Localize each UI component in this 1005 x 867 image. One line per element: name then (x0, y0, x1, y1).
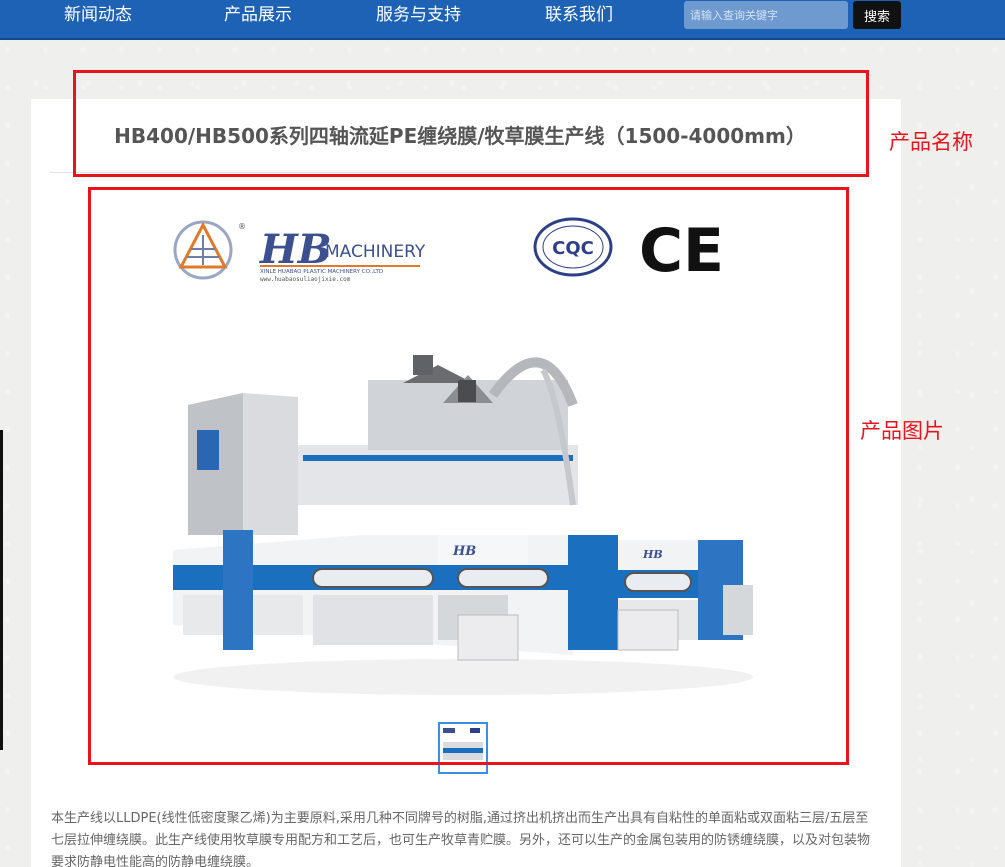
window-edge (0, 430, 3, 750)
nav-item-service[interactable]: 服务与支持 (376, 3, 461, 27)
product-image-annotation-box (88, 187, 849, 765)
nav-item-contact[interactable]: 联系我们 (545, 3, 613, 27)
nav-item-products[interactable]: 产品展示 (224, 3, 292, 27)
search-input[interactable] (684, 1, 848, 29)
product-description: 本生产线以LLDPE(线性低密度聚乙烯)为主要原料,采用几种不同牌号的树脂,通过… (51, 811, 871, 867)
product-image-annotation-label: 产品图片 (860, 419, 944, 443)
search-button[interactable]: 搜索 (853, 1, 901, 29)
nav-item-news[interactable]: 新闻动态 (64, 3, 132, 27)
product-name-annotation-box (73, 70, 869, 177)
product-name-annotation-label: 产品名称 (889, 130, 973, 154)
top-nav: 新闻动态 产品展示 服务与支持 联系我们 搜索 (0, 0, 1005, 40)
